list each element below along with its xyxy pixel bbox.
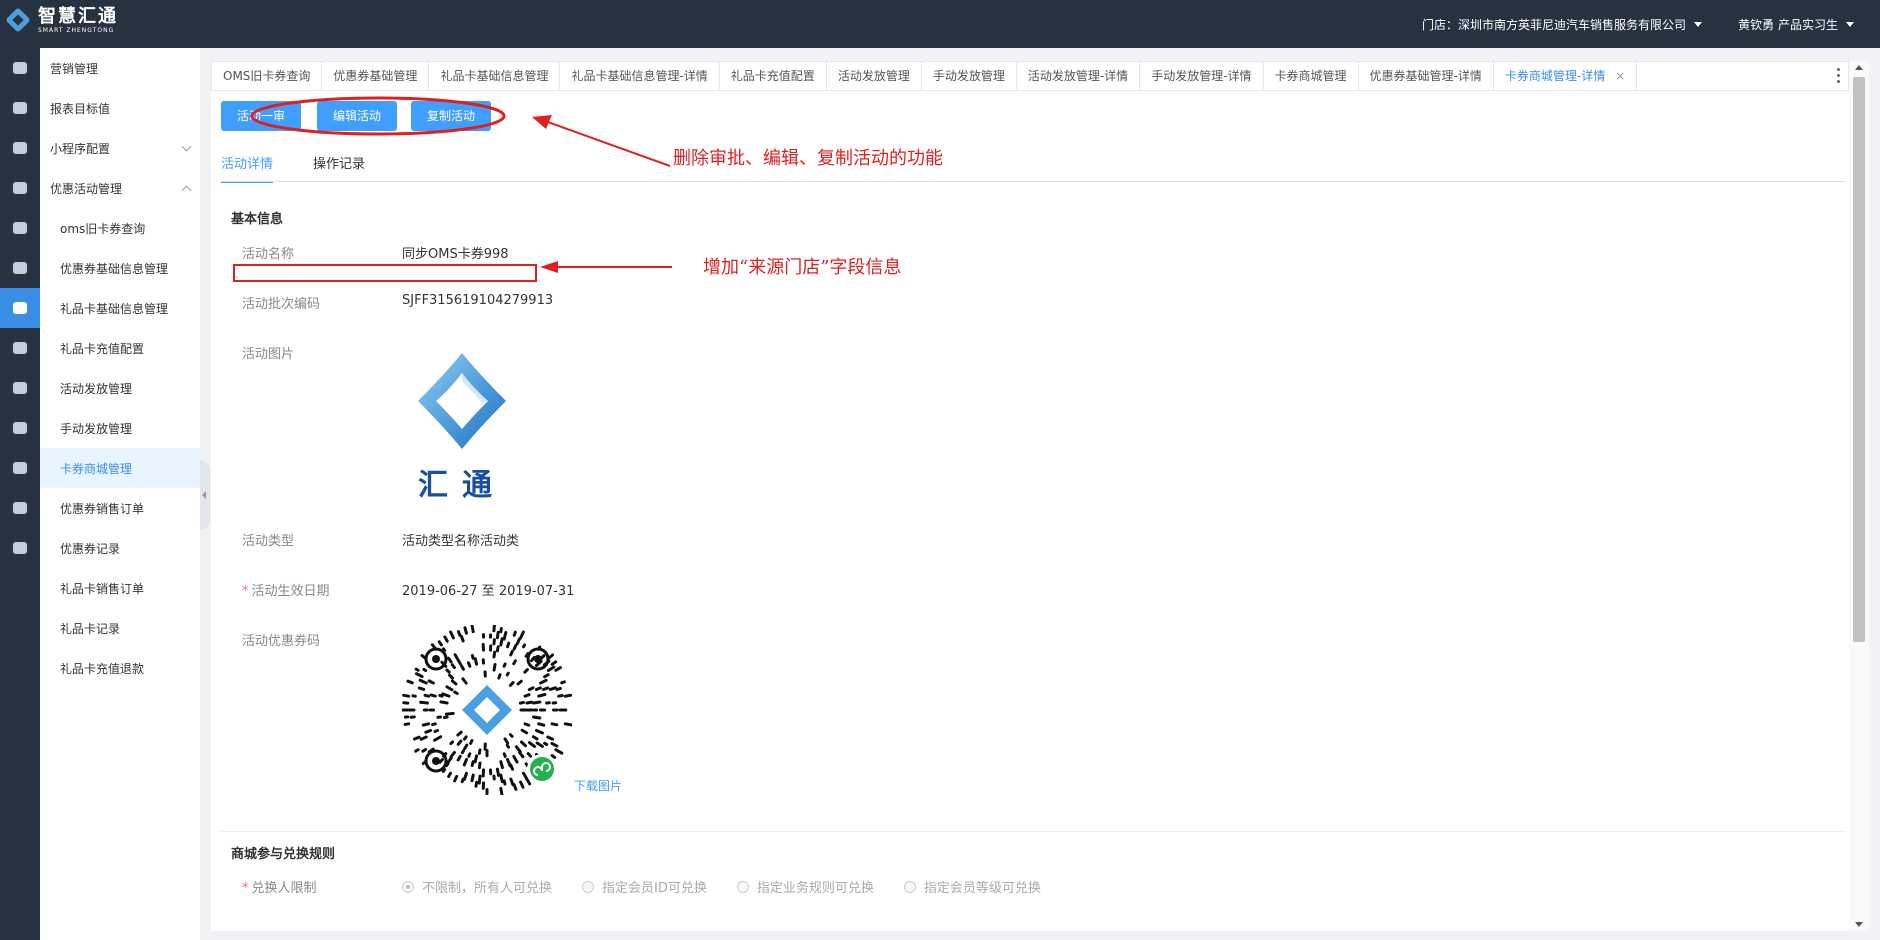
annotation-arrowhead-1 (532, 115, 552, 129)
annotation-field-box (233, 264, 537, 282)
annotation-note-add-field: 增加“来源门店”字段信息 (703, 257, 902, 278)
annotation-overlay (233, 96, 672, 282)
annotation-ellipse (250, 96, 506, 136)
annotation-note-remove: 删除审批、编辑、复制活动的功能 (673, 148, 943, 169)
annotation-arrow-1 (544, 120, 671, 167)
annotation-arrowhead-2 (540, 261, 558, 273)
